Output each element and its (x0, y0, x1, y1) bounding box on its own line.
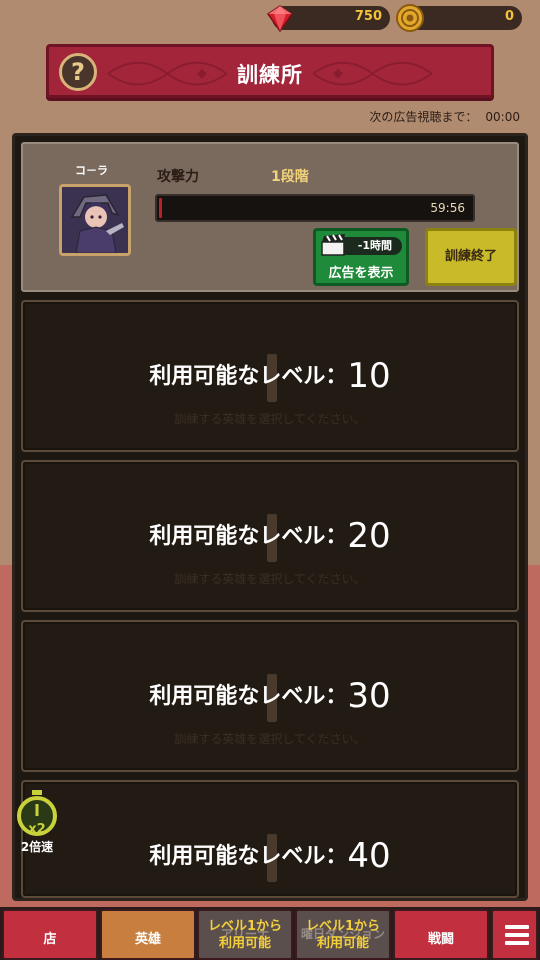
slot-hint: 訓練する英雄を選択してください。 (174, 572, 366, 586)
nav-heroes-label: 英雄 (134, 932, 161, 947)
gem-amount: 750 (354, 9, 382, 24)
hero-avatar-icon (62, 187, 128, 253)
speed-toggle[interactable]: x2 2倍速 (14, 790, 60, 854)
slot-level: 利用可能なレベル：30 (23, 676, 517, 716)
page-title: 訓練所 (237, 63, 303, 87)
nav-arena[interactable]: アリーナ レベル1から 利用可能 (197, 909, 293, 960)
training-slot-1[interactable]: 利用可能なレベル：10 訓練する英雄を選択してください。 (21, 300, 519, 452)
slot-level-label: 利用可能なレベル： (149, 684, 348, 709)
stopwatch-icon: x2 (17, 790, 57, 837)
ad-cooldown-label: 次の広告視聴まで： (369, 110, 478, 124)
slot-level: 利用可能なレベル：10 (23, 356, 517, 396)
coin-amount: 0 (504, 9, 514, 24)
slot-level-number: 10 (347, 356, 391, 396)
nav-shop[interactable]: 店 (2, 909, 98, 960)
end-training-button[interactable]: 訓練終了 (425, 228, 517, 286)
training-stat: 攻撃力 (157, 169, 199, 185)
coin-icon (396, 4, 424, 32)
training-slot-3[interactable]: 利用可能なレベル：30 訓練する英雄を選択してください。 (21, 620, 519, 772)
ad-cooldown-value: 00:00 (485, 110, 520, 124)
nav-battle-label: 戦闘 (427, 932, 454, 947)
nav-dungeon[interactable]: 曜日ダンジョン レベル1から 利用可能 (295, 909, 391, 960)
title-banner: ? 訓練所 (46, 44, 494, 98)
nav-heroes[interactable]: 英雄 (100, 909, 196, 960)
training-panel: コ－ラ 攻撃力 1段階 59:56 -1時間 広告を表示 訓練終了 利用可能なレ… (12, 133, 528, 901)
ad-cooldown: 次の広告視聴まで： 00:00 (369, 108, 520, 125)
training-slot-2[interactable]: 利用可能なレベル：20 訓練する英雄を選択してください。 (21, 460, 519, 612)
slot-level-label: 利用可能なレベル： (149, 364, 348, 389)
slot-level: 利用可能なレベル：20 (23, 516, 517, 556)
time-remaining: 59:56 (430, 201, 465, 215)
nav-dungeon-lock-text: レベル1から 利用可能 (305, 919, 381, 951)
slot-level-label: 利用可能なレベル： (149, 844, 348, 869)
hero-portrait[interactable] (59, 184, 131, 256)
slot-level-label: 利用可能なレベル： (149, 524, 348, 549)
watch-ad-button[interactable]: -1時間 広告を表示 (313, 228, 409, 286)
training-progress-bar: 59:56 (155, 194, 475, 222)
nav-battle[interactable]: 戦闘 (393, 909, 489, 960)
training-slot-4[interactable]: 利用可能なレベル：40 (21, 780, 519, 898)
hero-name: コ－ラ (75, 164, 108, 177)
slot-hint: 訓練する英雄を選択してください。 (174, 412, 366, 426)
coin-counter[interactable]: 0 (396, 4, 522, 32)
nav-shop-label: 店 (43, 932, 57, 947)
slot-level-number: 20 (347, 516, 391, 556)
speed-badge-text: x2 (28, 822, 45, 837)
slot-hint: 訓練する英雄を選択してください。 (174, 732, 366, 746)
watch-ad-label: 広告を表示 (328, 266, 394, 281)
speed-label: 2倍速 (20, 840, 54, 854)
bottom-nav: 店 英雄 アリーナ レベル1から 利用可能 曜日ダンジョン レベル1から 利用可能 … (0, 907, 540, 960)
nav-arena-lock-text: レベル1から 利用可能 (207, 919, 283, 951)
training-stage: 1段階 (271, 169, 309, 185)
clapperboard-icon (321, 234, 345, 256)
slot-level-number: 30 (347, 676, 391, 716)
gem-counter[interactable]: 750 (266, 5, 390, 33)
slot-level-number: 40 (347, 836, 391, 876)
menu-button[interactable] (491, 909, 538, 960)
active-training-card: コ－ラ 攻撃力 1段階 59:56 -1時間 広告を表示 訓練終了 (21, 142, 519, 292)
hamburger-icon (505, 925, 529, 945)
progress-fill (159, 198, 163, 218)
slot-level: 利用可能なレベル：40 (23, 836, 517, 876)
gem-icon (266, 5, 294, 33)
